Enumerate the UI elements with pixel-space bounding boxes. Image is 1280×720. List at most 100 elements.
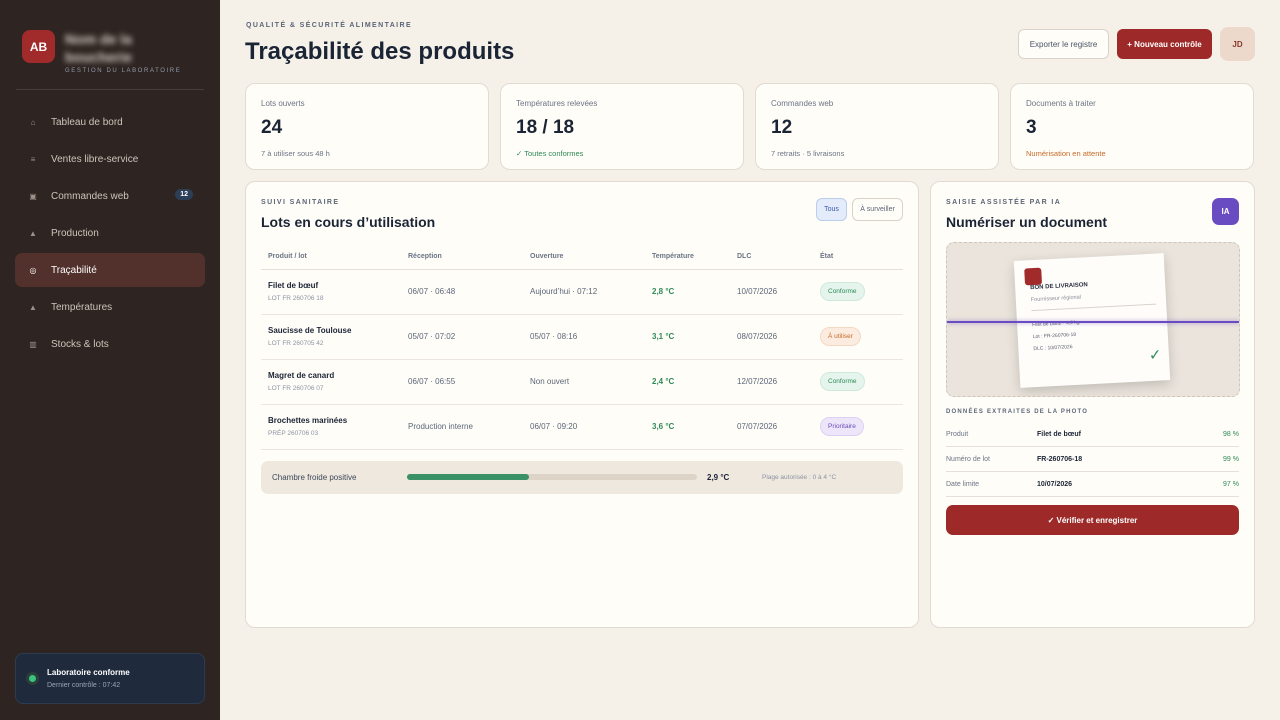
avatar[interactable]: JD (1220, 27, 1255, 61)
sidebar-item-list[interactable]: ≡ Ventes libre-service (15, 142, 205, 176)
stat-label: Lots ouverts (261, 99, 305, 108)
table-row[interactable]: Brochettes marinées PRÉP 260706 03 Product… (261, 404, 903, 450)
table-row[interactable]: Saucisse de Toulouse LOT FR 260705 42 05/0… (261, 314, 903, 360)
scan-eyebrow: SAISIE ASSISTÉE PAR IA (946, 199, 1062, 206)
reception-cell: 06/07 · 06:48 (401, 269, 523, 315)
status-badge: Conforme (820, 372, 865, 391)
trace-icon: ◎ (29, 265, 37, 275)
field-confidence: 98 % (1223, 431, 1239, 438)
reception-cell: Production interne (401, 404, 523, 450)
opening-cell: Aujourd’hui · 07:12 (523, 269, 645, 315)
export-register-button[interactable]: Exporter le registre (1018, 29, 1109, 59)
document-subtitle: Fournisseur régional (1030, 294, 1082, 304)
field-label: Date limite (946, 481, 980, 488)
document-line: Lot : FR-260706-18 (1032, 331, 1077, 341)
column-header: État (813, 245, 903, 270)
page-eyebrow: QUALITÉ & SÉCURITÉ ALIMENTAIRE (246, 22, 413, 29)
stat-value: 24 (261, 117, 283, 138)
brand-subtitle: GESTION DU LABORATOIRE (65, 68, 182, 74)
thermometer-icon: ▲ (29, 302, 37, 312)
verify-save-button[interactable]: ✓ Vérifier et enregistrer (946, 505, 1239, 535)
state-cell: Conforme (813, 269, 903, 315)
product-cell: Saucisse de Toulouse LOT FR 260705 42 (261, 314, 401, 360)
lot-number: PRÉP 260706 03 (268, 430, 319, 437)
sidebar-item-trace[interactable]: ◎ Traçabilité (15, 253, 205, 287)
production-icon: ▲ (29, 228, 37, 238)
stat-card: Lots ouverts 24 7 à utiliser sous 48 h (245, 83, 489, 170)
stat-note: Numérisation en attente (1026, 149, 1106, 158)
lot-number: LOT FR 260706 18 (268, 295, 324, 302)
document-stamp-icon (1024, 267, 1043, 286)
cold-room-value: 2,9 °C (707, 473, 730, 482)
scan-panel: SAISIE ASSISTÉE PAR IA Numériser un docu… (930, 181, 1255, 628)
sidebar-divider (16, 89, 204, 90)
temperature-cell: 2,4 °C (645, 359, 730, 405)
field-confidence: 99 % (1223, 456, 1239, 463)
field-value: 10/07/2026 (1037, 481, 1073, 488)
temperature-cell: 3,6 °C (645, 404, 730, 450)
field-value: FR-260706-18 (1037, 456, 1083, 463)
product-name: Magret de canard (268, 371, 335, 380)
sidebar-item-production[interactable]: ▲ Production (15, 216, 205, 250)
lot-number: LOT FR 260705 42 (268, 340, 324, 347)
column-header: Produit / lot (261, 245, 401, 270)
checkmark-icon: ✓ (1148, 346, 1162, 365)
sidebar-item-label: Commandes web (51, 190, 129, 202)
sidebar-item-home[interactable]: ⌂ Tableau de bord (15, 105, 205, 139)
field-label: Produit (946, 431, 969, 438)
field-label: Numéro de lot (946, 456, 990, 463)
lots-title: Lots en cours d’utilisation (261, 214, 436, 230)
brand: AB Nom de la boucherie GESTION DU LABORA… (22, 30, 181, 74)
state-cell: Conforme (813, 359, 903, 405)
stat-note: 7 à utiliser sous 48 h (261, 149, 330, 158)
temperature-cell: 2,8 °C (645, 269, 730, 315)
state-cell: Prioritaire (813, 404, 903, 450)
document-line: DLC : 10/07/2026 (1033, 344, 1073, 353)
filter-all-button[interactable]: Tous (816, 198, 847, 221)
opening-cell: Non ouvert (523, 359, 645, 405)
field-confidence: 97 % (1223, 481, 1239, 488)
table-row[interactable]: Filet de bœuf LOT FR 260706 18 06/07 · 06:… (261, 269, 903, 315)
product-name: Brochettes marinées (268, 416, 348, 425)
temperature-value: 3,6 °C (652, 422, 675, 431)
sidebar-item-label: Tableau de bord (51, 116, 123, 128)
new-control-button[interactable]: + Nouveau contrôle (1117, 29, 1212, 59)
sidebar-item-label: Stocks & lots (51, 338, 109, 350)
product-name: Filet de bœuf (268, 281, 319, 290)
column-header: Température (645, 245, 730, 270)
sidebar-item-thermometer[interactable]: ▲ Températures (15, 290, 205, 324)
filter-watch-button[interactable]: À surveiller (852, 198, 903, 221)
sidebar-item-stock[interactable]: ▥ Stocks & lots (15, 327, 205, 361)
sidebar-nav: ⌂ Tableau de bord ≡ Ventes libre-service ▣ Co… (15, 105, 205, 364)
page-title: Traçabilité des produits (245, 38, 515, 65)
product-name: Saucisse de Toulouse (268, 326, 352, 335)
dlc-cell: 08/07/2026 (730, 314, 813, 360)
column-header: Ouverture (523, 245, 645, 270)
lab-status-card: Laboratoire conforme Dernier contrôle : … (15, 653, 205, 704)
ia-badge: IA (1212, 198, 1239, 225)
list-icon: ≡ (30, 154, 36, 164)
status-title: Laboratoire conforme (47, 668, 130, 677)
cold-room-range: Plage autorisée : 0 à 4 °C (762, 474, 837, 481)
home-icon: ⌂ (30, 117, 36, 127)
cold-room-label: Chambre froide positive (272, 473, 357, 482)
stat-value: 18 / 18 (516, 117, 575, 138)
product-cell: Brochettes marinées PRÉP 260706 03 (261, 404, 401, 450)
temperature-value: 2,4 °C (652, 377, 675, 386)
stat-value: 3 (1026, 117, 1037, 138)
lots-table: Produit / lot Réception Ouverture Températu… (261, 245, 903, 450)
reception-cell: 05/07 · 07:02 (401, 314, 523, 360)
field-value: Filet de bœuf (1037, 431, 1081, 438)
table-row[interactable]: Magret de canard LOT FR 260706 07 06/07 · … (261, 359, 903, 405)
product-cell: Magret de canard LOT FR 260706 07 (261, 359, 401, 405)
extracted-field-row: Numéro de lot FR-260706-18 99 % (946, 447, 1239, 472)
stat-card: Températures relevées 18 / 18 ✓ Toutes con… (500, 83, 744, 170)
temperature-cell: 3,1 °C (645, 314, 730, 360)
dlc-cell: 10/07/2026 (730, 269, 813, 315)
sidebar-item-cart[interactable]: ▣ Commandes web 12 (15, 179, 205, 213)
extract-title: DONNÉES EXTRAITES DE LA PHOTO (946, 409, 1089, 415)
status-subtitle: Dernier contrôle : 07:42 (47, 682, 121, 689)
status-dot-icon (26, 672, 39, 685)
scan-dropzone[interactable]: BON DE LIVRAISON Fournisseur régional Fi… (946, 242, 1240, 397)
scan-line (947, 321, 1239, 323)
